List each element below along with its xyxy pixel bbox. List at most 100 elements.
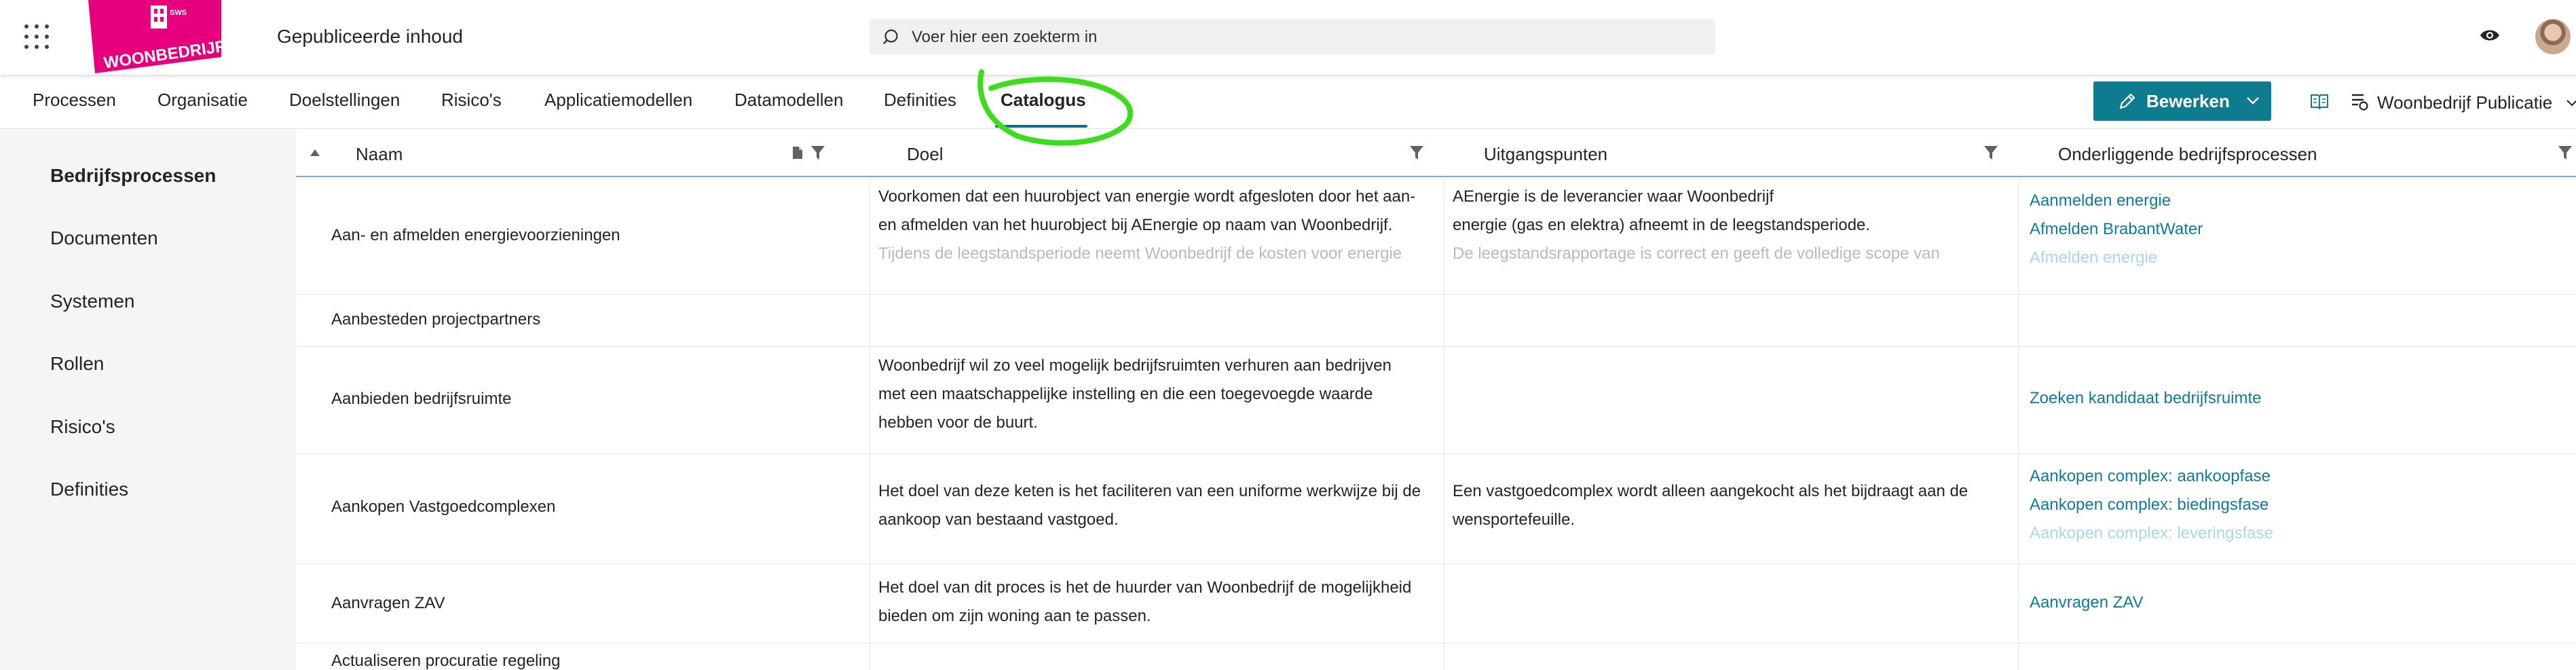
cell-doel: Woonbedrijf wil zo veel mogelijk bedrijf… — [870, 347, 1444, 453]
cell-doel: Het doel van deze keten is het faciliter… — [870, 454, 1444, 563]
column-header-onderliggende-bedrijfsprocessen[interactable]: Onderliggende bedrijfsprocessen — [2019, 130, 2576, 177]
cell-naam: Actualiseren procuratie regeling — [296, 644, 870, 670]
process-name[interactable]: Aan- en afmelden energievoorzieningen — [331, 226, 620, 245]
tab-catalogus[interactable]: Catalogus — [1001, 90, 1086, 111]
chevron-down-icon — [2247, 97, 2259, 105]
cell-onderliggende-processen: Aanmelden energie Afmelden BrabantWater … — [2019, 179, 2576, 294]
process-name[interactable]: Aanbieden bedrijfsruimte — [331, 390, 512, 409]
svg-text:SWS: SWS — [170, 9, 187, 17]
process-links: Aankopen complex: aankoopfase Aankopen c… — [2030, 462, 2273, 548]
process-link[interactable]: Aanmelden energie — [2030, 187, 2203, 215]
table-row[interactable]: Aankopen Vastgoedcomplexen Het doel van … — [296, 454, 2576, 564]
filter-icon[interactable] — [1983, 145, 1998, 161]
table-row[interactable]: Actualiseren procuratie regeling — [296, 644, 2576, 670]
woonbedrijf-logo[interactable]: SWS WOONBEDRIJF — [88, 0, 221, 73]
active-tab-indicator — [995, 125, 1087, 128]
book-icon[interactable] — [2309, 91, 2330, 111]
cell-uitgangspunten — [1444, 347, 2019, 453]
cell-uitgangspunten: Een vastgoedcomplex wordt alleen aangeko… — [1444, 454, 2019, 563]
sidebar-item-definities[interactable]: Definities — [50, 479, 128, 500]
sort-ascending-icon[interactable] — [310, 149, 320, 157]
cell-doel: Voorkomen dat een huurobject van energie… — [870, 179, 1444, 294]
table-row[interactable]: Aanbieden bedrijfsruimte Woonbedrijf wil… — [296, 347, 2576, 454]
tab-applicatiemodellen[interactable]: Applicatiemodellen — [544, 90, 692, 111]
process-links: Zoeken kandidaat bedrijfsruimte — [2030, 384, 2262, 413]
edit-button[interactable]: Bewerken — [2093, 81, 2271, 121]
sidebar-item-bedrijfsprocessen[interactable]: Bedrijfsprocessen — [50, 165, 216, 187]
cell-onderliggende-processen — [2019, 295, 2576, 346]
table-row[interactable]: Aanvragen ZAV Het doel van dit proces is… — [296, 564, 2576, 644]
tab-risicos[interactable]: Risico's — [441, 90, 502, 111]
top-header: SWS WOONBEDRIJF Gepubliceerde inhoud Voe… — [0, 0, 2576, 75]
column-header-uitgangspunten[interactable]: Uitgangspunten — [1444, 130, 2019, 177]
sidebar-item-documenten[interactable]: Documenten — [50, 227, 158, 249]
search-placeholder[interactable]: Voer hier een zoekterm in — [912, 28, 1097, 47]
sidebar-item-rollen[interactable]: Rollen — [50, 353, 104, 375]
tab-doelstellingen[interactable]: Doelstellingen — [289, 90, 400, 111]
process-link[interactable]: Aankopen complex: biedingsfase — [2030, 491, 2273, 519]
cell-naam: Aanvragen ZAV — [296, 564, 870, 643]
cell-onderliggende-processen: Zoeken kandidaat bedrijfsruimte — [2019, 347, 2576, 453]
app-title: Gepubliceerde inhoud — [277, 26, 463, 47]
tab-definities[interactable]: Definities — [884, 90, 956, 111]
tab-datamodellen[interactable]: Datamodellen — [734, 90, 843, 111]
process-link[interactable]: Aankopen complex: aankoopfase — [2030, 462, 2273, 491]
process-name[interactable]: Aankopen Vastgoedcomplexen — [331, 498, 555, 517]
cell-doel — [870, 644, 1444, 670]
tab-processen[interactable]: Processen — [33, 90, 116, 111]
cell-uitgangspunten — [1444, 295, 2019, 346]
publication-icon[interactable] — [2350, 91, 2369, 111]
sidebar-item-systemen[interactable]: Systemen — [50, 291, 135, 312]
table-row[interactable]: Aanbesteden projectpartners — [296, 295, 2576, 347]
cell-doel — [870, 295, 1444, 346]
process-link[interactable]: Aankopen complex: leveringsfase — [2030, 519, 2273, 548]
cell-naam: Aanbieden bedrijfsruimte — [296, 347, 870, 453]
column-header-naam[interactable]: Naam — [296, 130, 870, 177]
cell-uitgangspunten — [1444, 644, 2019, 670]
catalog-sidebar: Bedrijfsprocessen Documenten Systemen Ro… — [0, 130, 296, 670]
catalog-table: Naam Doel Uitgangspunten Onderliggende b… — [296, 130, 2576, 670]
app-launcher-icon[interactable] — [24, 24, 49, 49]
column-header-doel[interactable]: Doel — [870, 130, 1444, 177]
chevron-down-icon[interactable] — [2566, 99, 2576, 107]
cell-onderliggende-processen: Aanvragen ZAV — [2019, 564, 2576, 643]
cell-naam: Aankopen Vastgoedcomplexen — [296, 454, 870, 563]
cell-naam: Aan- en afmelden energievoorzieningen — [296, 179, 870, 294]
eye-icon[interactable] — [2479, 27, 2501, 43]
document-icon[interactable] — [791, 145, 804, 161]
filter-icon[interactable] — [810, 145, 825, 161]
tab-organisatie[interactable]: Organisatie — [157, 90, 248, 111]
cell-onderliggende-processen: Aankopen complex: aankoopfase Aankopen c… — [2019, 454, 2576, 563]
process-name[interactable]: Aanbesteden projectpartners — [331, 310, 540, 329]
process-links: Aanvragen ZAV — [2030, 589, 2144, 617]
cell-onderliggende-processen — [2019, 644, 2576, 670]
table-row[interactable]: Aan- en afmelden energievoorzieningen Vo… — [296, 179, 2576, 295]
cell-naam: Aanbesteden projectpartners — [296, 295, 870, 346]
cell-uitgangspunten — [1444, 564, 2019, 643]
filter-icon[interactable] — [1409, 145, 1424, 161]
uitgangspunten-text: Een vastgoedcomplex wordt alleen aangeko… — [1453, 482, 1968, 529]
process-link[interactable]: Afmelden BrabantWater — [2030, 215, 2203, 244]
sidebar-item-risicos[interactable]: Risico's — [50, 416, 115, 438]
user-avatar[interactable] — [2535, 19, 2571, 54]
process-links: Aanmelden energie Afmelden BrabantWater … — [2030, 187, 2203, 272]
pencil-icon — [2119, 93, 2135, 109]
search-box[interactable]: Voer hier een zoekterm in — [870, 19, 1715, 54]
publication-selector[interactable]: Woonbedrijf Publicatie — [2377, 92, 2552, 113]
doel-text: Het doel van dit proces is het de huurde… — [878, 578, 1412, 625]
process-link[interactable]: Zoeken kandidaat bedrijfsruimte — [2030, 384, 2262, 413]
doel-text: Het doel van deze keten is het faciliter… — [878, 482, 1421, 529]
uitgangspunten-text: AEnergie is de leverancier waar Woonbedr… — [1453, 187, 1940, 263]
process-link[interactable]: Afmelden energie — [2030, 244, 2203, 272]
table-header: Naam Doel Uitgangspunten Onderliggende b… — [296, 130, 2576, 177]
doel-text: Voorkomen dat een huurobject van energie… — [878, 187, 1416, 263]
cell-uitgangspunten: AEnergie is de leverancier waar Woonbedr… — [1444, 179, 2019, 294]
doel-text: Woonbedrijf wil zo veel mogelijk bedrijf… — [878, 356, 1392, 432]
process-link[interactable]: Aanvragen ZAV — [2030, 589, 2144, 617]
process-name[interactable]: Aanvragen ZAV — [331, 594, 445, 613]
edit-button-label: Bewerken — [2146, 91, 2230, 111]
process-name[interactable]: Actualiseren procuratie regeling — [331, 652, 561, 670]
filter-icon[interactable] — [2558, 145, 2573, 161]
cell-doel: Het doel van dit proces is het de huurde… — [870, 564, 1444, 643]
search-icon — [883, 29, 898, 44]
